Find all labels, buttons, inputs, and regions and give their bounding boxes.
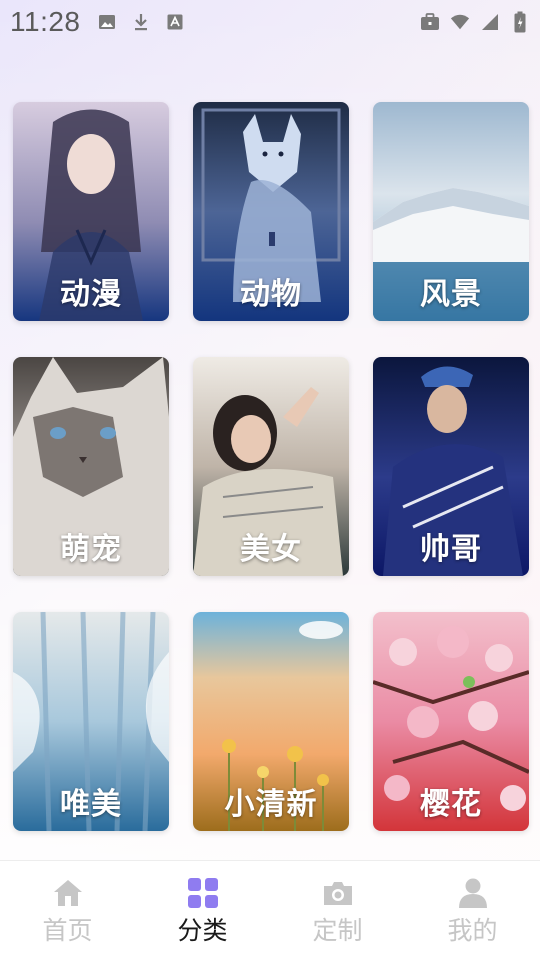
category-card-pets[interactable]: 萌宠: [13, 357, 169, 576]
download-icon: [131, 12, 151, 32]
status-time: 11:28: [10, 6, 81, 37]
card-label: 萌宠: [60, 532, 122, 567]
nav-item-home[interactable]: 首页: [0, 861, 135, 960]
category-card-sakura[interactable]: 樱花: [373, 612, 529, 831]
nav-label: 首页: [42, 916, 93, 945]
category-card-fresh[interactable]: 小清新: [193, 612, 349, 831]
camera-icon: [321, 877, 355, 909]
font-icon: [165, 12, 185, 32]
card-label: 小清新: [224, 787, 318, 822]
category-icon: [186, 877, 220, 909]
card-label: 唯美: [60, 787, 122, 822]
signal-icon: [480, 12, 500, 32]
category-card-beauty[interactable]: 美女: [193, 357, 349, 576]
user-icon: [456, 877, 490, 909]
nav-label: 我的: [447, 916, 498, 945]
card-label: 美女: [240, 532, 302, 567]
card-label: 动物: [240, 277, 302, 312]
image-icon: [97, 12, 117, 32]
home-icon: [51, 877, 85, 909]
status-bar: 11:28: [0, 0, 540, 44]
battery-icon: [510, 11, 530, 33]
card-label: 樱花: [420, 787, 482, 822]
briefcase-icon: [420, 12, 440, 32]
nav-item-mine[interactable]: 我的: [405, 861, 540, 960]
category-card-aesthetic[interactable]: 唯美: [13, 612, 169, 831]
card-label: 帅哥: [420, 532, 482, 567]
card-label: 动漫: [60, 277, 122, 312]
nav-label: 定制: [312, 916, 363, 945]
category-card-handsome[interactable]: 帅哥: [373, 357, 529, 576]
category-card-animal[interactable]: 动物: [193, 102, 349, 321]
nav-item-category[interactable]: 分类: [135, 861, 270, 960]
category-card-anime[interactable]: 动漫: [13, 102, 169, 321]
category-grid: 动漫 动物 风景 萌宠 美女 帅哥 唯美 小清新 樱花: [13, 102, 529, 831]
wifi-icon: [450, 12, 470, 32]
nav-label: 分类: [177, 916, 228, 945]
category-card-landscape[interactable]: 风景: [373, 102, 529, 321]
nav-item-custom[interactable]: 定制: [270, 861, 405, 960]
card-label: 风景: [420, 277, 482, 312]
bottom-nav: 首页 分类 定制 我的: [0, 860, 540, 960]
